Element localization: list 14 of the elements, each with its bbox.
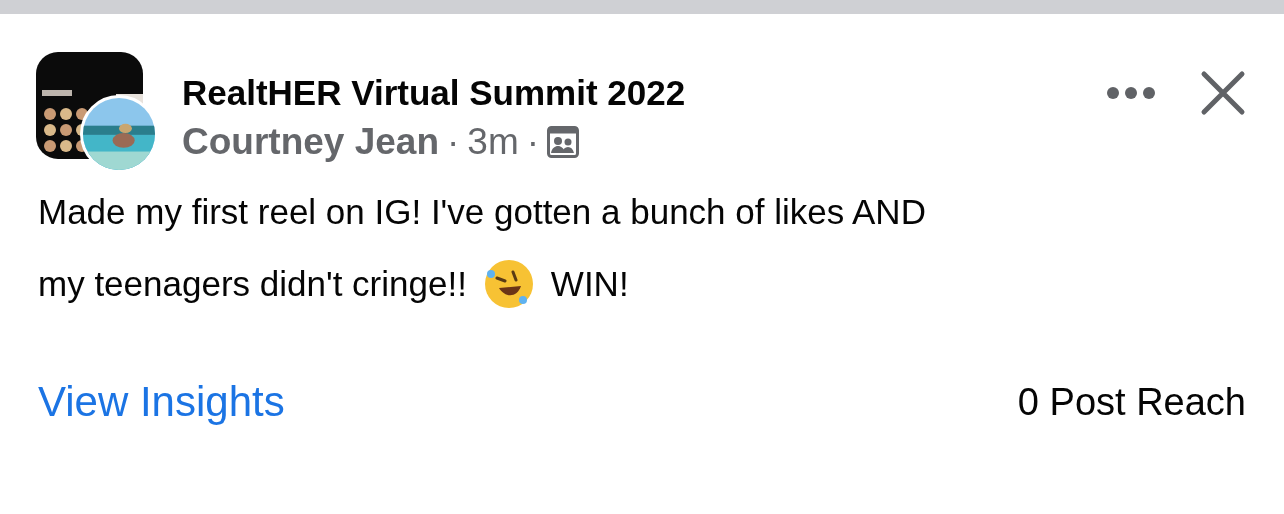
author-name[interactable]: Courtney Jean (182, 120, 439, 164)
separator-dot: · (447, 120, 460, 164)
post-text: my teenagers didn't cringe!! (38, 263, 467, 305)
close-button[interactable] (1200, 70, 1246, 116)
laughing-emoji-icon (482, 258, 535, 310)
more-options-button[interactable] (1106, 86, 1156, 100)
post-text: WIN! (550, 263, 629, 305)
view-insights-link[interactable]: View Insights (38, 378, 285, 426)
post-time[interactable]: 3m (467, 120, 519, 164)
post-reach: 0 Post Reach (1017, 380, 1246, 424)
group-members-icon (547, 126, 580, 158)
separator-dot: · (526, 120, 540, 164)
post-text: Made my first reel on IG! I've gotten a bunch of likes AND (38, 191, 926, 233)
group-name[interactable]: RealtHER Virtual Summit 2022 (182, 70, 1106, 116)
